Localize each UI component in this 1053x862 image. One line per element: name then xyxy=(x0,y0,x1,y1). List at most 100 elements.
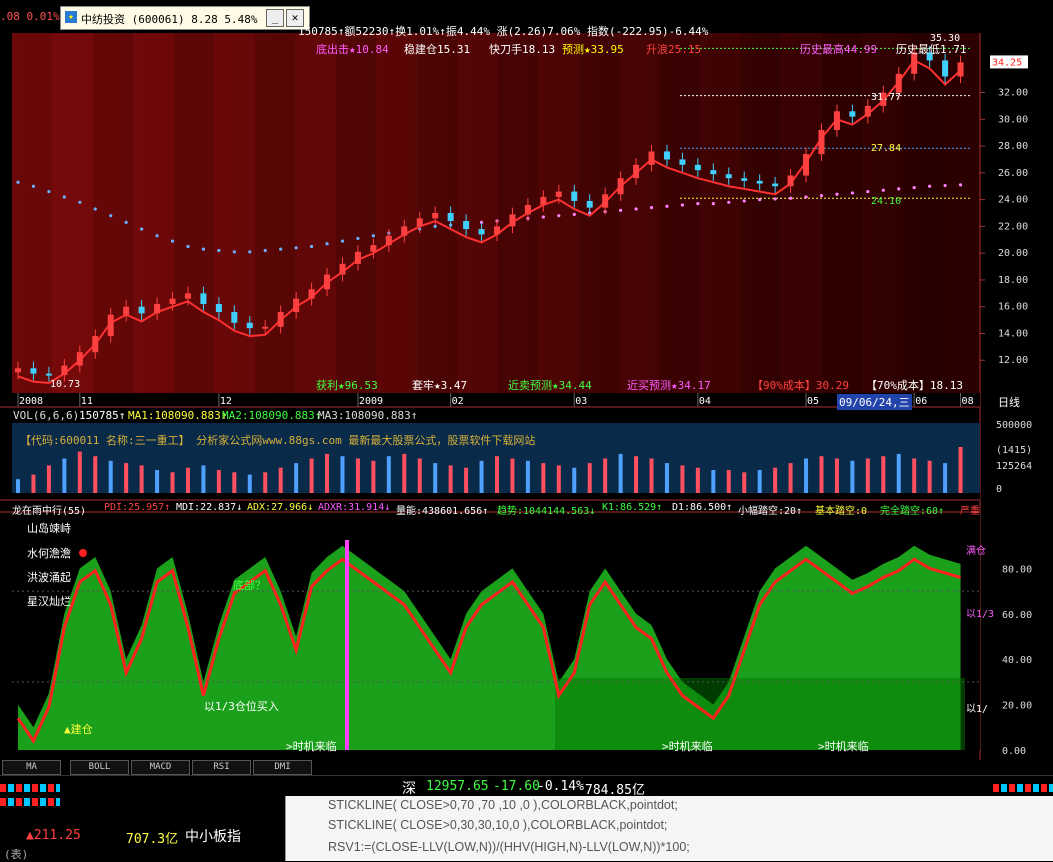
candle-body xyxy=(339,263,346,275)
ma-long-point xyxy=(572,212,576,216)
ma-long-point xyxy=(217,248,221,253)
candle-body xyxy=(30,368,37,374)
candle-body xyxy=(756,180,763,184)
volume-bar xyxy=(958,447,963,493)
note-third: 以1/3仓位买入 xyxy=(204,700,279,713)
candle-body xyxy=(648,151,655,165)
vol-title: VOL(6,6,6) xyxy=(13,409,80,422)
candle-body xyxy=(772,183,779,187)
band xyxy=(336,33,376,393)
bottom-strip xyxy=(0,798,60,806)
candle-body xyxy=(246,322,253,329)
volume-bar xyxy=(525,460,530,493)
ma-long-point xyxy=(31,184,36,188)
code-line-2: STICKLINE( CLOSE>0,30,30,10,0 ),COLORBLA… xyxy=(328,818,668,832)
tab-ma[interactable]: MA xyxy=(2,760,61,775)
ma-long-point xyxy=(819,194,824,198)
time-tick: 2008 xyxy=(19,396,43,407)
volume-bar xyxy=(664,463,669,493)
candle-body xyxy=(262,326,269,329)
candle-body xyxy=(15,368,21,373)
ind-mdi: MDI:22.837↓ xyxy=(176,502,243,513)
time-tick: 2009 xyxy=(359,396,383,407)
ma-long-point xyxy=(649,206,654,210)
tab-boll[interactable]: BOLL xyxy=(70,760,129,775)
ind-pdi: PDI:25.957↑ xyxy=(104,502,171,513)
volume-bar xyxy=(943,463,948,493)
period-label[interactable]: 日线 xyxy=(998,394,1020,410)
tab-macd[interactable]: MACD xyxy=(131,760,190,775)
candle-body xyxy=(463,221,470,230)
ind-trend: 趋势:1044144.563↓ xyxy=(497,506,596,517)
candle-body xyxy=(107,314,114,337)
label-forecast: 预测★33.95 xyxy=(562,43,624,56)
candle-body xyxy=(215,304,222,313)
ind-tick: 0.00 xyxy=(1002,746,1026,757)
tab-rsi[interactable]: RSI xyxy=(192,760,251,775)
ma-long-point xyxy=(866,189,870,194)
candle-body xyxy=(385,235,392,246)
volume-bar xyxy=(464,467,469,493)
volume-bar xyxy=(31,474,36,493)
volume-bar xyxy=(742,472,747,493)
volume-bar xyxy=(726,470,731,493)
ma-long-point xyxy=(170,239,175,243)
candle-body xyxy=(324,274,331,290)
vol-banner: 【代码:600011 名称:三一重工】 分析家公式网www.88gs.com 最… xyxy=(20,434,536,447)
candle-body xyxy=(787,175,794,187)
ma-long-point xyxy=(309,244,314,249)
popup-title: 中纺投资 (600061) 8.28 5.48% xyxy=(81,13,258,26)
candle-body xyxy=(154,304,161,314)
volume-bar xyxy=(216,470,221,493)
chart-canvas[interactable]: 34.25 32.00 30.00 28.00 26.00 24.00 22.00 20.00… xyxy=(0,0,1053,861)
index-value: 12957.65 xyxy=(426,779,489,794)
volume-bar xyxy=(881,456,886,493)
candle-body xyxy=(694,164,701,171)
price-tick: 20.00 xyxy=(998,248,1028,259)
volume-bar xyxy=(433,463,438,493)
volume-bar xyxy=(402,453,407,493)
market-strip xyxy=(0,784,60,792)
time-cursor: 09/06/24,三 xyxy=(837,394,912,410)
ma-long-point xyxy=(155,234,159,238)
candle-body xyxy=(571,191,578,201)
volume-bar xyxy=(927,460,932,493)
candle-body xyxy=(416,218,423,227)
vol-tick: 125264 xyxy=(996,461,1032,472)
ma-long-point xyxy=(850,191,854,195)
candle-body xyxy=(602,194,609,208)
band xyxy=(822,33,862,393)
vol-tick: 0 xyxy=(996,484,1002,495)
formula-editor[interactable]: STICKLINE( CLOSE>0,70 ,70 ,10 ,0 ),COLOR… xyxy=(285,796,1053,861)
volume-bar xyxy=(417,458,422,493)
ind-k1: K1:86.529↑ xyxy=(602,502,663,513)
market-name: 深 xyxy=(402,781,416,797)
volume-bar xyxy=(325,453,330,493)
candle-body xyxy=(123,306,130,315)
level-2: 27.84 xyxy=(871,143,902,154)
time-tick: 03 xyxy=(575,396,587,407)
low-mark: 10.73 xyxy=(50,379,81,390)
price-tick: 28.00 xyxy=(998,141,1028,152)
ind-title: 龙在雨中行(55) xyxy=(12,506,87,517)
stock-popup[interactable]: ★ 中纺投资 (600061) 8.28 5.48% _ ✕ xyxy=(60,6,310,30)
candle-body xyxy=(308,289,315,299)
candle-body xyxy=(401,226,408,236)
band xyxy=(255,33,295,393)
ma-long-point xyxy=(788,196,793,200)
minimize-button[interactable]: _ xyxy=(266,9,284,27)
ind-full-miss: 完全踏空:60↑ xyxy=(880,506,945,517)
candle-body xyxy=(509,214,516,227)
zone-3: 洪波涌起 xyxy=(27,571,71,584)
label-profit: 获利★96.53 xyxy=(316,379,378,392)
ticker-left: .08 0.01% xyxy=(0,10,60,23)
candle-body xyxy=(555,191,562,197)
ma-long-point xyxy=(835,192,839,196)
ma-long-point xyxy=(557,214,561,218)
ind-volume-energy: 量能:438601.656↑ xyxy=(396,506,489,517)
note-timing-1: >时机来临 xyxy=(286,740,337,753)
tab-dmi[interactable]: DMI xyxy=(253,760,312,775)
volume-bar xyxy=(541,463,546,493)
ma-long-point xyxy=(47,189,51,194)
candle-body xyxy=(169,298,176,305)
